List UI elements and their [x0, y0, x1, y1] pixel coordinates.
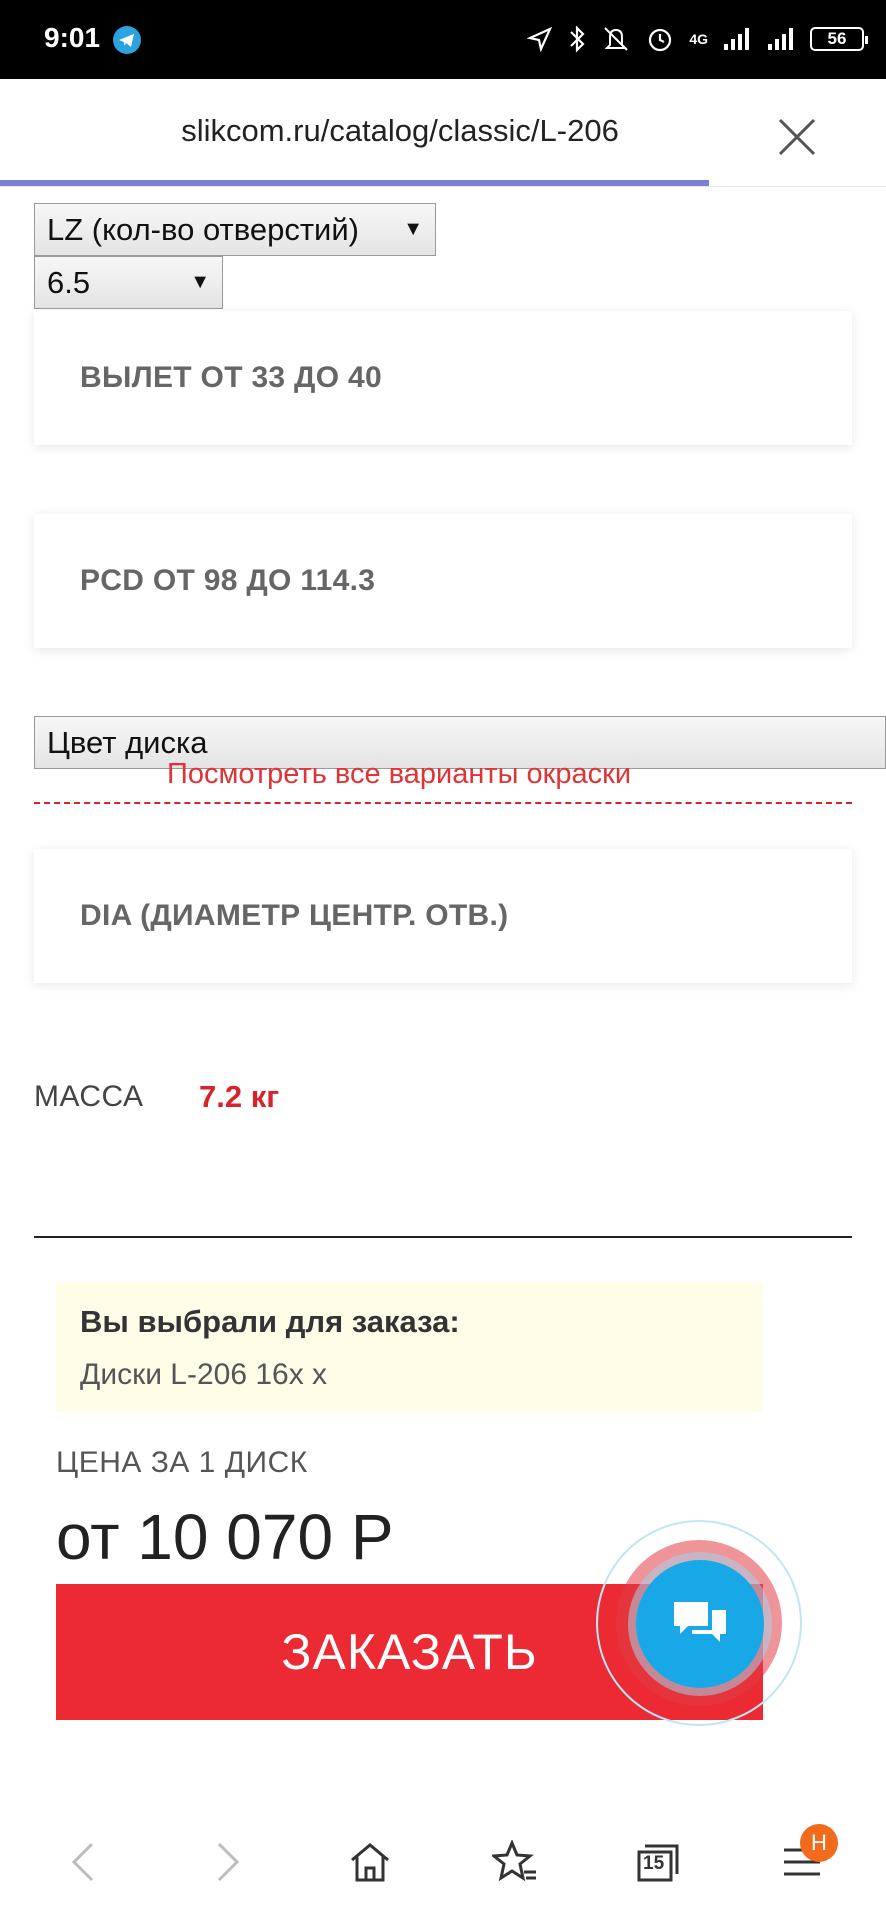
tab-count: 15 [643, 1853, 665, 1874]
battery-icon: 56 [810, 27, 868, 51]
url-text[interactable]: slikcom.ru/catalog/classic/L-206 [0, 113, 800, 149]
mass-value: 7.2 кг [199, 1079, 280, 1114]
status-time: 9:01 [44, 22, 101, 53]
chat-button[interactable] [636, 1560, 764, 1688]
dropdown-arrow-icon: ▼ [190, 271, 210, 293]
mute-icon [604, 27, 629, 51]
divider-line [34, 1236, 852, 1238]
pcd-filter-label: PCD ОТ 98 ДО 114.3 [80, 564, 376, 597]
alarm-icon [649, 28, 672, 52]
summary-item: Диски L-206 16x x [80, 1358, 328, 1391]
chat-icon [674, 1602, 726, 1642]
vylet-filter-label: ВЫЛЕТ ОТ 33 ДО 40 [80, 361, 382, 394]
color-select-value: Цвет диска [47, 724, 208, 760]
close-button[interactable] [772, 112, 822, 162]
mass-label: МАССА [34, 1080, 144, 1113]
lz-select[interactable]: LZ (кол-во отверстий) ▼ [34, 203, 436, 256]
width-select[interactable]: 6.5 ▼ [34, 256, 223, 309]
location-icon [527, 26, 553, 52]
bluetooth-icon [570, 25, 585, 53]
home-icon [351, 1843, 389, 1882]
signal-icon-2 [768, 28, 793, 50]
menu-notification-badge: Н [800, 1824, 838, 1862]
forward-button[interactable] [197, 1832, 257, 1892]
page-load-progress [0, 180, 709, 186]
telegram-icon [113, 26, 141, 54]
bookmarks-star-icon [492, 1840, 536, 1882]
width-select-value: 6.5 [47, 264, 91, 300]
battery-level: 56 [827, 29, 847, 48]
paint-variants-link[interactable]: Посмотреть все варианты окраски [167, 758, 631, 791]
dashed-divider [34, 802, 852, 804]
close-icon [778, 118, 816, 156]
network-type: 4G [689, 31, 708, 47]
forward-icon [217, 1842, 240, 1882]
tabs-button[interactable]: 15 [628, 1832, 688, 1892]
back-icon [71, 1842, 94, 1882]
bookmarks-button[interactable] [485, 1832, 545, 1892]
dia-filter-card[interactable]: DIA (ДИАМЕТР ЦЕНТР. ОТВ.) [34, 849, 852, 983]
vylet-filter-card[interactable]: ВЫЛЕТ ОТ 33 ДО 40 [34, 311, 852, 445]
pcd-filter-card[interactable]: PCD ОТ 98 ДО 114.3 [34, 514, 852, 648]
back-button[interactable] [54, 1832, 114, 1892]
order-summary: Вы выбрали для заказа: Диски L-206 16x x [56, 1282, 763, 1412]
status-bar: 9:01 4G 56 [0, 0, 886, 79]
dia-filter-label: DIA (ДИАМЕТР ЦЕНТР. ОТВ.) [80, 899, 509, 932]
lz-select-value: LZ (кол-во отверстий) [47, 211, 359, 247]
dropdown-arrow-icon: ▼ [403, 218, 423, 240]
url-bar: slikcom.ru/catalog/classic/L-206 [0, 79, 886, 187]
signal-icon [724, 28, 749, 50]
price-label: ЦЕНА ЗА 1 ДИСК [56, 1446, 308, 1479]
summary-title: Вы выбрали для заказа: [80, 1304, 460, 1339]
home-button[interactable] [340, 1832, 400, 1892]
status-icons: 4G 56 [527, 22, 868, 56]
bottom-nav: 15 [0, 1810, 886, 1920]
price-value: от 10 070 Р [56, 1501, 394, 1573]
